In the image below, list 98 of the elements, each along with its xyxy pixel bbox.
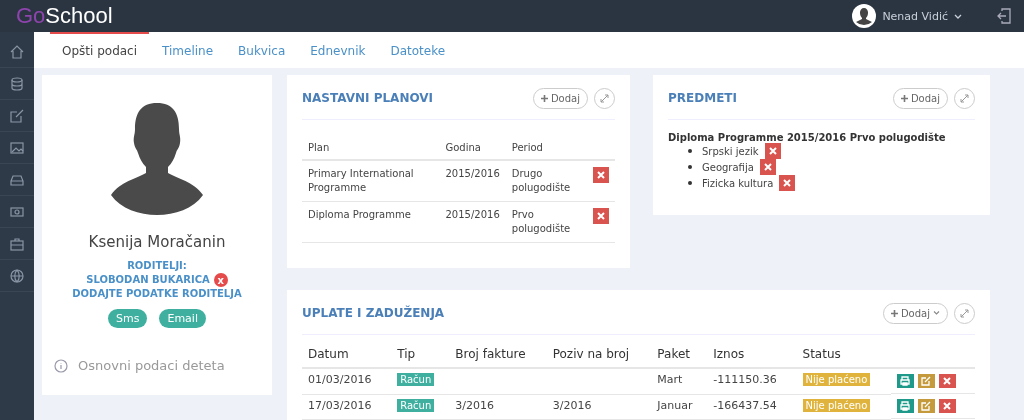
table-cell: 2015/2016 bbox=[445, 209, 500, 220]
avatar-icon bbox=[852, 4, 877, 28]
table-cell: -166437.54 bbox=[713, 398, 777, 412]
home-icon[interactable] bbox=[10, 44, 24, 59]
print-button[interactable] bbox=[896, 399, 914, 413]
status-badge: Nije plaćeno bbox=[802, 373, 871, 386]
table-cell: Drugo polugodište bbox=[511, 168, 571, 193]
card-title: PREDMETI bbox=[668, 91, 737, 105]
section-label[interactable]: Osnovni podaci deteta bbox=[78, 358, 225, 373]
edit-button[interactable] bbox=[917, 374, 935, 388]
plus-icon bbox=[890, 309, 898, 317]
tab[interactable]: Datoteke bbox=[378, 32, 458, 68]
parents-label: RODITELJI: bbox=[127, 259, 187, 273]
table-cell: Januar bbox=[657, 398, 693, 412]
tab[interactable]: Bukvica bbox=[226, 32, 298, 68]
delete-button[interactable] bbox=[764, 143, 781, 159]
type-badge: Račun bbox=[397, 373, 435, 386]
print-icon bbox=[900, 401, 911, 411]
card-title: UPLATE I ZADUŽENJA bbox=[302, 306, 445, 320]
delete-button[interactable] bbox=[593, 208, 609, 224]
bullet-icon bbox=[688, 165, 692, 169]
caret-icon bbox=[933, 311, 940, 315]
add-button[interactable]: Dodaj bbox=[532, 87, 588, 109]
student-name: Ksenija Moračanin bbox=[88, 233, 226, 251]
delete-button[interactable] bbox=[938, 374, 956, 388]
group-title: Diploma Programme 2015/2016 Prvo polugodište bbox=[668, 132, 947, 143]
print-button[interactable] bbox=[896, 374, 914, 388]
close-icon bbox=[783, 179, 792, 187]
table-cell: 01/03/2016 bbox=[308, 373, 372, 386]
table-cell: 3/2016 bbox=[552, 398, 592, 412]
delete-button[interactable] bbox=[759, 159, 776, 175]
column-header: Period bbox=[511, 142, 543, 153]
plus-icon bbox=[900, 94, 908, 102]
delete-button[interactable] bbox=[938, 399, 956, 413]
table-cell: Primary International Programme bbox=[308, 168, 414, 193]
table-cell: -111150.36 bbox=[713, 373, 777, 386]
drive-icon[interactable] bbox=[10, 172, 24, 187]
tab[interactable]: Timeline bbox=[150, 32, 226, 68]
edit-icon bbox=[921, 376, 932, 386]
column-header: Iznos bbox=[713, 347, 745, 361]
expand-icon bbox=[960, 93, 969, 103]
delete-button[interactable] bbox=[593, 167, 609, 183]
print-icon bbox=[900, 376, 911, 386]
tab[interactable]: Opšti podaci bbox=[50, 32, 150, 68]
table-cell: 2015/2016 bbox=[445, 168, 500, 179]
column-header: Datum bbox=[308, 347, 349, 361]
subject-name: Fizicka kultura bbox=[702, 177, 774, 189]
edit-button[interactable] bbox=[917, 399, 935, 413]
plus-icon bbox=[540, 94, 548, 102]
remove-button[interactable]: x bbox=[213, 273, 228, 287]
briefcase-icon[interactable] bbox=[10, 236, 24, 251]
column-header: Poziv na broj bbox=[552, 347, 630, 361]
money-icon[interactable] bbox=[10, 204, 24, 219]
database-icon[interactable] bbox=[10, 76, 24, 91]
type-badge: Račun bbox=[397, 398, 435, 412]
image-icon[interactable] bbox=[10, 140, 24, 155]
close-icon bbox=[763, 163, 772, 171]
caret-icon[interactable] bbox=[954, 13, 962, 19]
column-header: Broj fakture bbox=[455, 347, 526, 361]
add-button[interactable]: Dodaj bbox=[882, 302, 948, 324]
table-cell: Diploma Programme bbox=[308, 209, 411, 220]
card-title: NASTAVNI PLANOVI bbox=[302, 91, 434, 105]
bullet-icon bbox=[688, 181, 692, 185]
column-header: Tip bbox=[397, 347, 416, 361]
column-header: Paket bbox=[657, 347, 691, 361]
column-header: Plan bbox=[308, 142, 330, 153]
delete-button[interactable] bbox=[779, 175, 796, 191]
close-icon bbox=[768, 147, 777, 155]
user-menu[interactable]: Nenad Vidić bbox=[882, 9, 948, 23]
table-cell: 3/2016 bbox=[455, 398, 494, 412]
column-header: Status bbox=[802, 347, 841, 361]
contact-button[interactable]: Sms bbox=[108, 309, 148, 328]
tab[interactable]: Ednevnik bbox=[298, 32, 378, 68]
edit-icon bbox=[921, 401, 932, 411]
info-icon bbox=[54, 358, 68, 373]
status-badge: Nije plaćeno bbox=[802, 398, 871, 412]
logout-icon[interactable] bbox=[996, 8, 1012, 24]
edit-icon[interactable] bbox=[10, 108, 24, 123]
contact-button[interactable]: Email bbox=[159, 309, 206, 328]
globe-icon[interactable] bbox=[10, 268, 24, 283]
table-cell: 17/03/2016 bbox=[308, 398, 372, 412]
bullet-icon bbox=[688, 149, 692, 153]
add-parent-link[interactable]: DODAJTE PODATKE RODITELJA bbox=[72, 287, 242, 301]
close-icon bbox=[597, 212, 605, 220]
subject-name: Geografija bbox=[702, 161, 754, 173]
table-cell: Prvo polugodište bbox=[511, 209, 571, 234]
parent-link[interactable]: SLOBODAN BUKARICA bbox=[86, 273, 210, 287]
close-icon bbox=[597, 171, 605, 179]
expand-icon bbox=[600, 93, 609, 103]
add-button[interactable]: Dodaj bbox=[892, 87, 948, 109]
subject-name: Srpski jezik bbox=[702, 145, 759, 157]
column-header: Godina bbox=[445, 142, 481, 153]
close-icon bbox=[943, 402, 952, 410]
table-cell: Mart bbox=[657, 373, 683, 386]
person-silhouette-icon bbox=[111, 103, 203, 215]
expand-icon bbox=[960, 308, 969, 318]
close-icon bbox=[943, 377, 952, 385]
logo[interactable]: GoSchool bbox=[16, 3, 113, 29]
